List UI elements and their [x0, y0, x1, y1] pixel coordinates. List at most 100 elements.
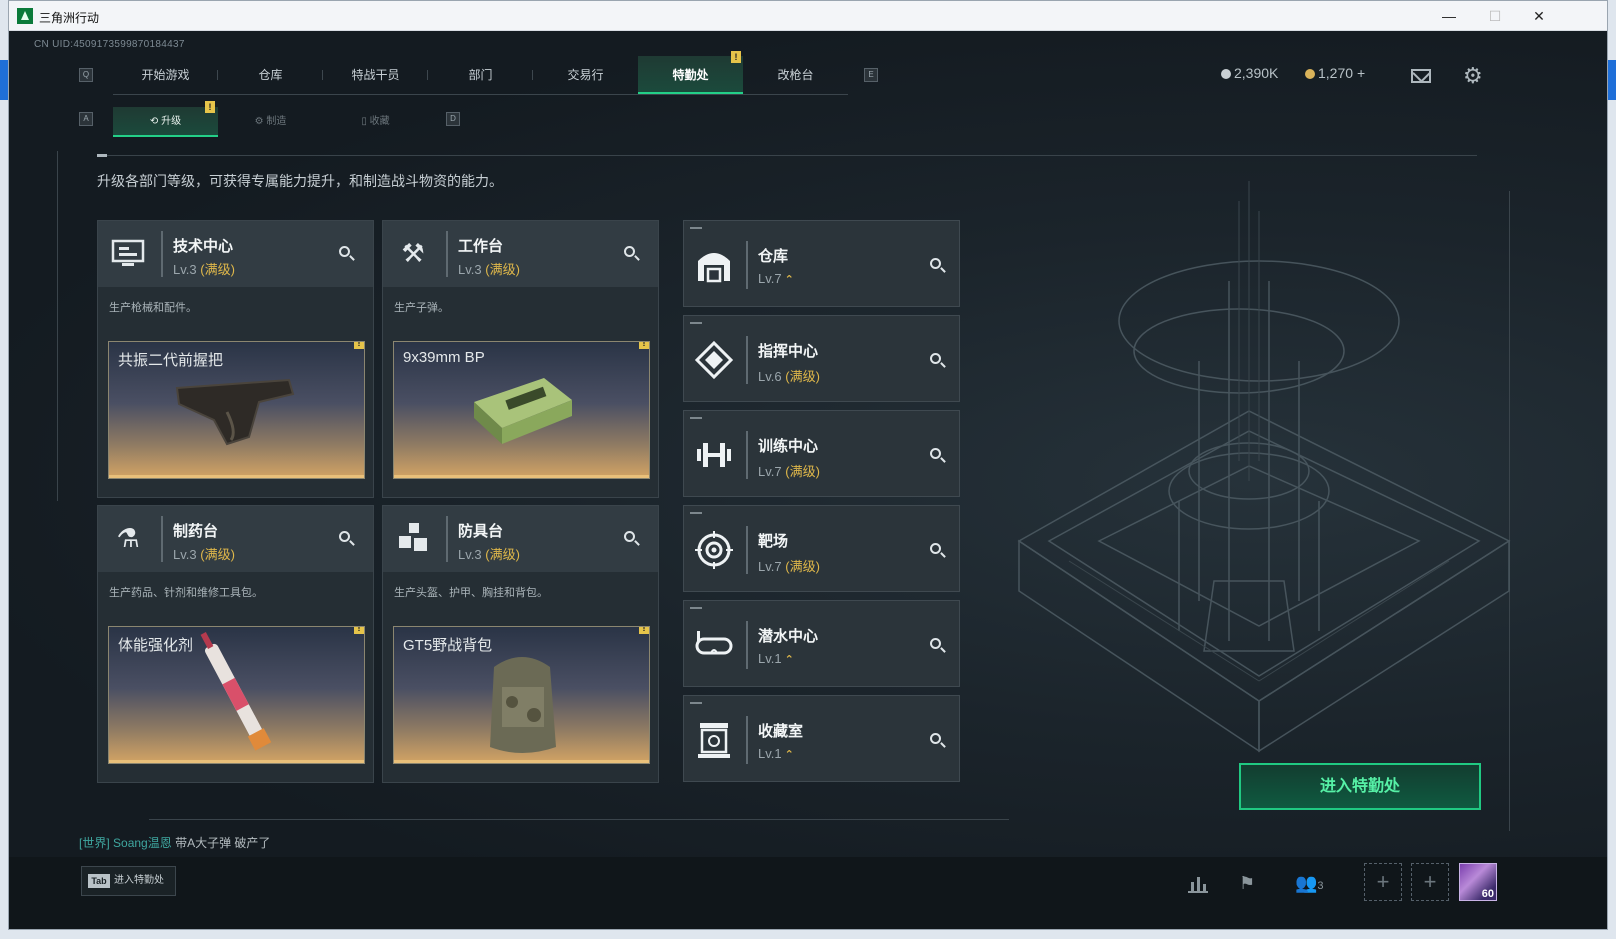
tab-start-game[interactable]: 开始游戏 [113, 56, 218, 94]
hammer-wrench-icon: ⚒ [401, 238, 425, 268]
search-button[interactable] [927, 730, 949, 752]
subtab-craft[interactable]: ⚙ 制造 [218, 107, 323, 137]
card-header: 技术中心 Lv.3 (满级) [98, 221, 373, 287]
dept-description: 生产子弹。 [394, 302, 449, 314]
enter-special-ops-button[interactable]: 进入特勤处 [1239, 763, 1481, 810]
search-button[interactable] [621, 528, 643, 550]
dept-name: 制药台 [173, 523, 219, 540]
desktop-edge-left [0, 60, 8, 100]
search-button[interactable] [927, 635, 949, 657]
avatar-level: 60 [1481, 888, 1494, 900]
dept-card-tech-center[interactable]: 技术中心 Lv.3 (满级) 生产枪械和配件。 共振二代前握把 ! [97, 220, 374, 498]
product-name: GT5野战背包 [403, 637, 493, 654]
dept-name: 工作台 [458, 238, 504, 255]
product-alert-badge: ! [639, 342, 649, 349]
squad-slot-add-1[interactable]: + [1364, 863, 1402, 901]
maximize-button[interactable]: ☐ [1475, 5, 1515, 27]
minimize-button[interactable]: — [1429, 5, 1469, 27]
search-button[interactable] [927, 540, 949, 562]
close-button[interactable]: ✕ [1519, 5, 1559, 27]
facility-shooting-range[interactable]: 靶场 Lv.7 (满级) [683, 505, 960, 592]
tab-warehouse[interactable]: 仓库 [218, 56, 323, 94]
dept-description: 生产头盔、护甲、胸挂和背包。 [394, 587, 548, 599]
upgrade-arrow-icon: ⌃ [784, 274, 794, 286]
search-button[interactable] [927, 445, 949, 467]
product-slot[interactable]: 共振二代前握把 ! [108, 341, 365, 479]
diving-goggles-icon [694, 625, 734, 665]
subtab-collection[interactable]: ▯ 收藏 [323, 107, 428, 137]
dept-name: 技术中心 [173, 238, 234, 255]
gold-currency[interactable]: 1,270 + [1305, 65, 1365, 81]
friends-icon[interactable]: 👥3 [1295, 873, 1324, 894]
dept-card-pharmacy[interactable]: ⚗ 制药台 Lv.3 (满级) 生产药品、针剂和维修工具包。 体能强化剂 ! [97, 505, 374, 783]
player-avatar[interactable]: 60 [1459, 863, 1497, 901]
subtab-upgrade[interactable]: ⟲ 升级 [113, 107, 218, 137]
facility-collection-room[interactable]: 收藏室 Lv.1 ⌃ [683, 695, 960, 782]
separator [746, 336, 748, 384]
search-icon [930, 353, 941, 364]
gear-icon[interactable]: ⚙ [1463, 63, 1483, 89]
level-value: Lv.3 [173, 262, 197, 277]
search-button[interactable] [927, 350, 949, 372]
flag-icon[interactable]: ⚑ [1239, 873, 1255, 894]
divider [97, 155, 1477, 156]
facility-training-center[interactable]: 训练中心 Lv.7 (满级) [683, 410, 960, 497]
level-value: Lv.3 [173, 547, 197, 562]
product-slot[interactable]: 9x39mm BP ! [393, 341, 650, 479]
search-icon [624, 531, 635, 542]
tab-special-ops[interactable]: 特勤处 [638, 56, 743, 94]
divider-accent [97, 154, 107, 157]
search-icon [624, 246, 635, 257]
separator [746, 621, 748, 669]
armor-blocks-icon [395, 520, 431, 556]
world-chat-message[interactable]: [世界] Soang温恩 带A大子弹 破产了 [79, 834, 270, 851]
desktop-edge-right [1608, 60, 1616, 100]
dept-name: 防具台 [458, 523, 504, 540]
facility-level: Lv.1 ⌃ [758, 651, 794, 666]
subtab-craft-label: 制造 [266, 116, 287, 127]
tab-operators[interactable]: 特战干员 [323, 56, 428, 94]
facility-level: Lv.7 (满级) [758, 461, 820, 480]
target-icon [694, 530, 734, 570]
tab-key-hint: Tab [88, 874, 110, 888]
facility-diving-center[interactable]: 潜水中心 Lv.1 ⌃ [683, 600, 960, 687]
key-hint-a: A [79, 112, 93, 126]
dept-level: Lv.3 (满级) [173, 544, 235, 563]
command-icon [694, 340, 734, 380]
dept-card-armor-bench[interactable]: 防具台 Lv.3 (满级) 生产头盔、护甲、胸挂和背包。 GT5野战背包 ! [382, 505, 659, 783]
tab-department[interactable]: 部门 [428, 56, 533, 94]
tab-gunsmith[interactable]: 改枪台 [743, 56, 848, 94]
search-button[interactable] [336, 528, 358, 550]
product-name: 共振二代前握把 [118, 352, 224, 369]
facility-command-center[interactable]: 指挥中心 Lv.6 (满级) [683, 315, 960, 402]
facility-name: 潜水中心 [758, 628, 819, 645]
gold-coin-icon [1305, 69, 1315, 80]
subtab-upgrade-label: 升级 [161, 116, 182, 127]
facility-warehouse[interactable]: 仓库 Lv.7 ⌃ [683, 220, 960, 307]
stats-icon[interactable] [1187, 873, 1209, 898]
separator [161, 231, 163, 277]
product-slot[interactable]: GT5野战背包 ! [393, 626, 650, 764]
search-icon [930, 543, 941, 554]
maxed-label: (满级) [485, 262, 520, 277]
separator [161, 516, 163, 562]
collection-tab-icon: ▯ [361, 116, 370, 127]
product-alert-badge: ! [354, 627, 364, 634]
search-button[interactable] [927, 255, 949, 277]
product-alert-badge: ! [639, 627, 649, 634]
base-wireframe-illustration [1017, 181, 1511, 753]
maxed-label: (满级) [785, 369, 820, 384]
facility-level: Lv.1 ⌃ [758, 746, 794, 761]
mail-icon[interactable] [1411, 69, 1431, 83]
dept-card-workbench[interactable]: ⚒ 工作台 Lv.3 (满级) 生产子弹。 9x39mm BP ! [382, 220, 659, 498]
facility-level: Lv.6 (满级) [758, 366, 820, 385]
squad-slot-add-2[interactable]: + [1411, 863, 1449, 901]
search-button[interactable] [336, 243, 358, 265]
add-gold-icon[interactable]: + [1357, 65, 1365, 81]
tab-market[interactable]: 交易行 [533, 56, 638, 94]
search-button[interactable] [621, 243, 643, 265]
maxed-label: (满级) [200, 262, 235, 277]
product-slot[interactable]: 体能强化剂 ! [108, 626, 365, 764]
enter-special-ops-shortcut[interactable]: Tab 进入特勤处 [81, 866, 176, 896]
chat-text: 带A大子弹 破产了 [175, 836, 271, 850]
